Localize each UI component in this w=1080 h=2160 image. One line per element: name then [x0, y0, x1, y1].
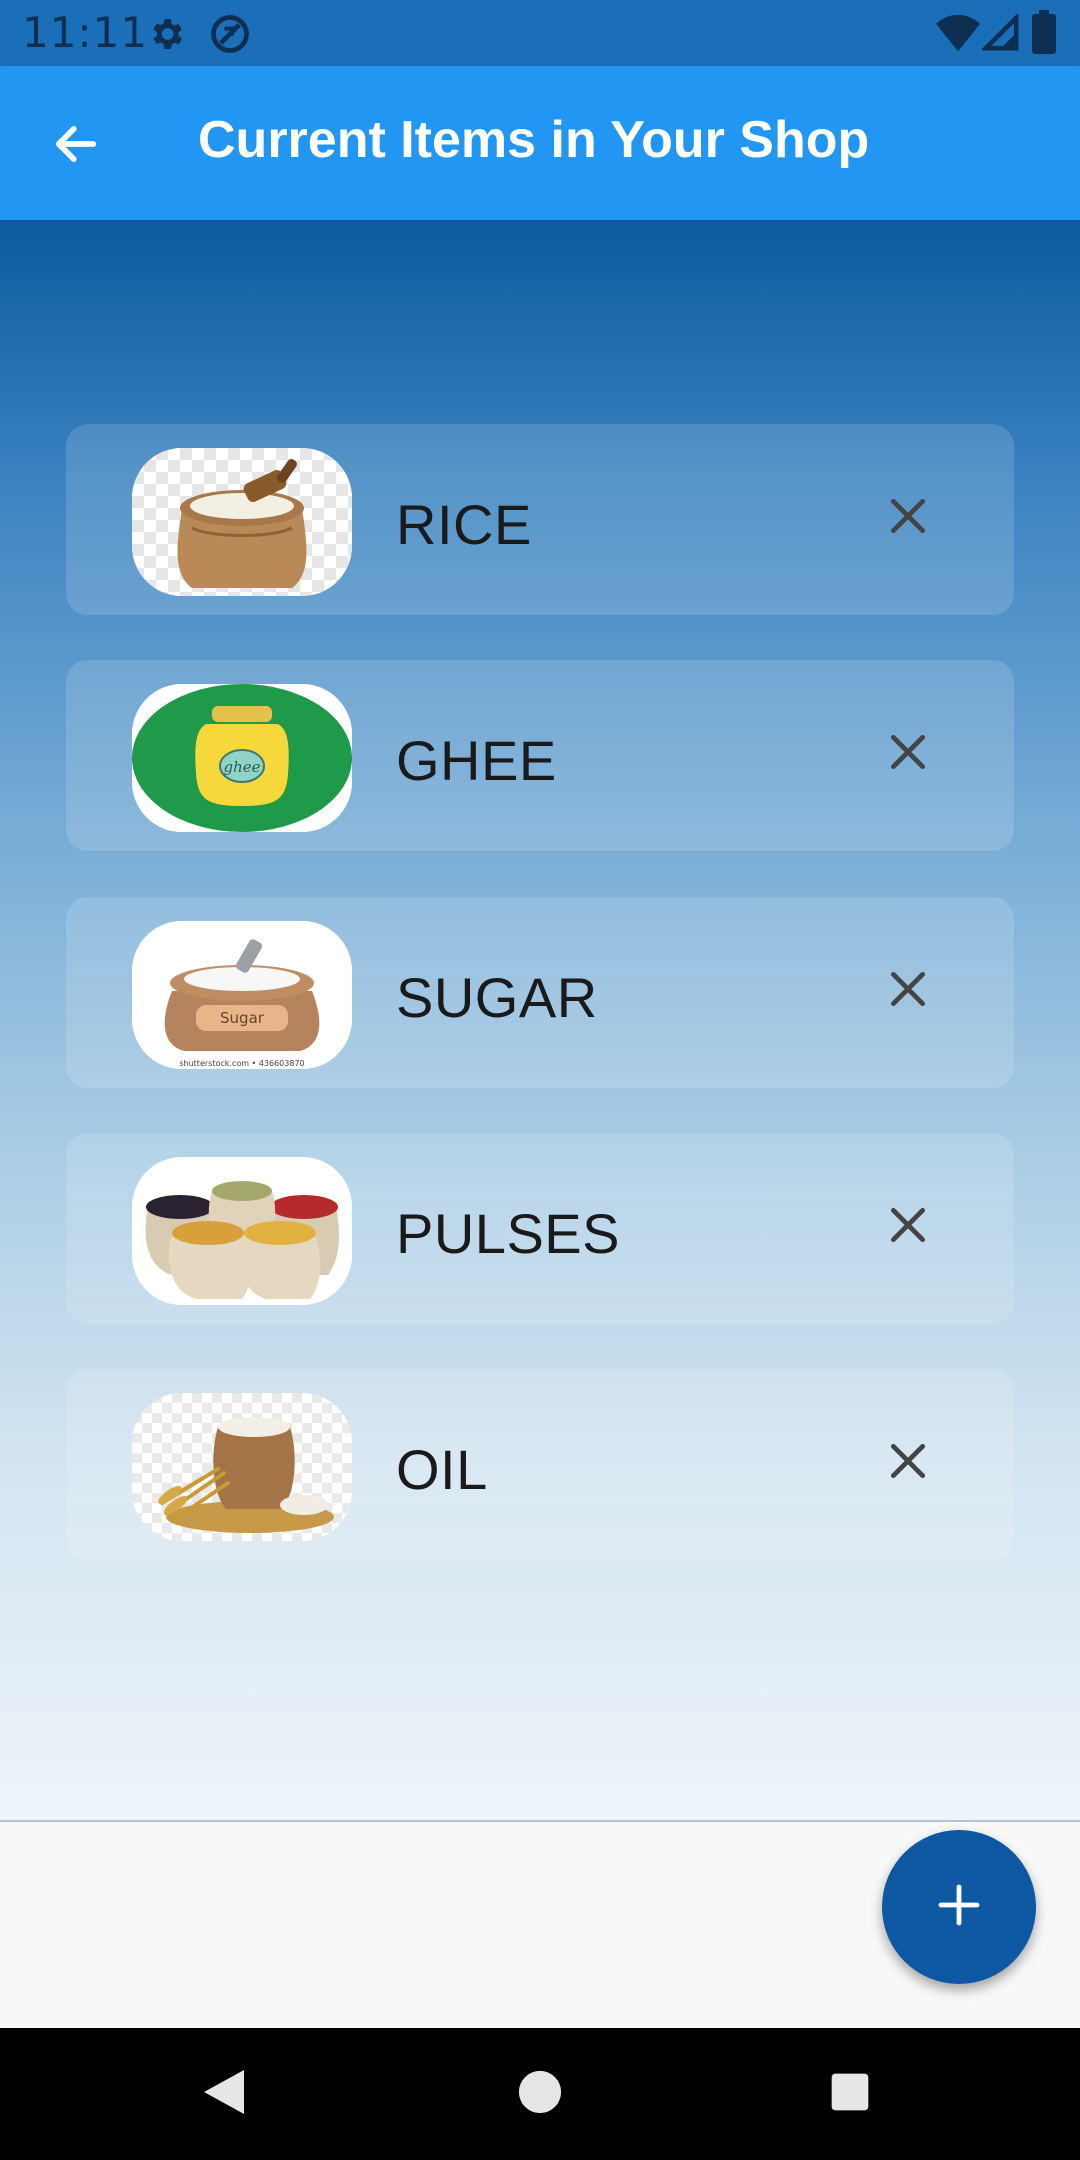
- remove-item-button[interactable]: [872, 1427, 944, 1499]
- wheat-sack-image: [132, 1393, 352, 1541]
- item-name: PULSES: [396, 1202, 620, 1265]
- close-icon: [886, 1203, 930, 1252]
- remove-item-button[interactable]: [872, 1191, 944, 1263]
- sugar-sack-image: Sugar shutterstock.com • 436603870: [132, 921, 352, 1069]
- signal-icon: [980, 12, 1020, 57]
- item-name: SUGAR: [396, 966, 598, 1029]
- nav-home-button[interactable]: [504, 2058, 576, 2130]
- svg-text:ghee: ghee: [223, 758, 260, 776]
- thumbnail-label: Sugar: [220, 1009, 265, 1027]
- close-icon: [886, 730, 930, 779]
- system-nav-bar: [0, 2028, 1080, 2160]
- page-title: Current Items in Your Shop: [198, 111, 870, 169]
- list-item[interactable]: PULSES: [66, 1133, 1014, 1324]
- remove-item-button[interactable]: [872, 718, 944, 790]
- app-bar: Current Items in Your Shop: [0, 66, 1080, 220]
- rice-sack-image: [132, 448, 352, 596]
- back-button[interactable]: [30, 106, 122, 186]
- status-time: 11:11: [22, 8, 149, 57]
- ghee-jar-image: ghee: [132, 684, 352, 832]
- wifi-icon: [936, 14, 980, 57]
- close-icon: [886, 1439, 930, 1488]
- list-item[interactable]: Sugar shutterstock.com • 436603870 SUGAR: [66, 897, 1014, 1088]
- nav-home-icon: [517, 2069, 563, 2120]
- add-item-button[interactable]: [882, 1830, 1036, 1984]
- status-bar: 11:11: [0, 0, 1080, 66]
- remove-item-button[interactable]: [872, 482, 944, 554]
- close-icon: [886, 494, 930, 543]
- gear-icon: [146, 14, 186, 59]
- arrow-back-icon: [50, 118, 102, 175]
- list-item[interactable]: ghee GHEE: [66, 660, 1014, 851]
- data-saver-icon: [208, 12, 252, 61]
- close-icon: [886, 967, 930, 1016]
- item-name: GHEE: [396, 729, 557, 792]
- list-item[interactable]: RICE: [66, 424, 1014, 615]
- nav-recents-icon: [828, 2070, 872, 2119]
- plus-icon: [935, 1881, 983, 1934]
- pulses-sacks-image: [132, 1157, 352, 1305]
- item-list: RICE ghee GHEE Sugar shutterstock.com • …: [0, 220, 1080, 1820]
- list-item[interactable]: OIL: [66, 1369, 1014, 1560]
- watermark-text: shutterstock.com • 436603870: [179, 1059, 304, 1068]
- nav-back-button[interactable]: [188, 2058, 260, 2130]
- battery-icon: [1032, 10, 1056, 59]
- remove-item-button[interactable]: [872, 955, 944, 1027]
- nav-recents-button[interactable]: [814, 2058, 886, 2130]
- item-name: OIL: [396, 1438, 488, 1501]
- nav-back-icon: [200, 2066, 248, 2123]
- item-name: RICE: [396, 493, 532, 556]
